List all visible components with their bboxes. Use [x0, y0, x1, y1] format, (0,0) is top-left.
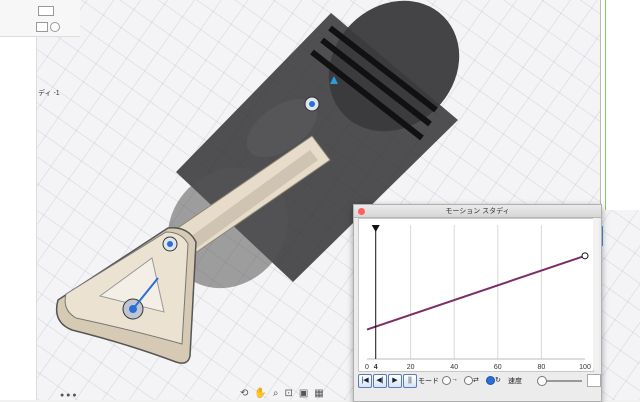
x-tick-label: 60 — [494, 364, 502, 371]
series-line — [366, 254, 586, 331]
mode-bounce-radio[interactable] — [464, 376, 473, 385]
mode-once-radio[interactable] — [442, 376, 451, 385]
loop-icon: ↻ — [495, 377, 501, 384]
window-titlebar[interactable]: モーション スタディ — [354, 205, 601, 218]
step-back-button[interactable]: ◀| — [373, 374, 387, 388]
motion-chart[interactable]: 0 4 20 40 60 80 100 — [359, 219, 593, 371]
radio-icon[interactable] — [50, 22, 60, 32]
motion-study-window[interactable]: モーション スタディ 0 4 20 40 60 80 100 |◀ ◀| ▶ || モード … — [353, 204, 602, 402]
mode-loop-radio[interactable] — [486, 376, 495, 385]
x-tick-label: 0 — [365, 364, 369, 371]
motion-controls: |◀ ◀| ▶ || モード → ⇄ ↻ 速度 — [354, 371, 601, 401]
right-panel — [600, 0, 640, 210]
play-button[interactable]: ▶ — [388, 374, 402, 388]
x-tick-label: 100 — [579, 364, 591, 371]
mode-label: モード — [418, 378, 439, 385]
left-panel — [0, 0, 37, 400]
navigation-toolbar: ⟲ ✋ ⌕ ⊡ ▣ ▦ — [240, 386, 324, 400]
window-title: モーション スタディ — [445, 208, 510, 215]
x-tick-label: 80 — [538, 364, 546, 371]
x-tick-label: 20 — [407, 364, 415, 371]
browser-item-label: ディ -1 — [38, 90, 60, 97]
grid-axis-line — [605, 0, 606, 210]
collapse-button[interactable] — [38, 6, 54, 16]
visibility-toggle[interactable] — [36, 22, 48, 32]
speed-label: 速度 — [508, 378, 522, 385]
status-dots: ● ● ● — [60, 392, 77, 399]
bounce-arrow-icon: ⇄ — [473, 377, 479, 384]
motion-plot[interactable]: 0 4 20 40 60 80 100 — [358, 218, 594, 372]
pause-button[interactable]: || — [403, 374, 417, 388]
playhead-marker — [371, 225, 380, 232]
fit-icon[interactable]: ⊡ — [284, 388, 292, 399]
pan-icon[interactable]: ✋ — [254, 388, 266, 399]
go-to-start-button[interactable]: |◀ — [358, 374, 372, 388]
display-settings-icon[interactable]: ▣ — [299, 388, 308, 399]
orbit-icon[interactable]: ⟲ — [240, 388, 248, 399]
once-arrow-icon: → — [451, 376, 458, 383]
speed-field[interactable] — [587, 374, 601, 387]
speed-slider-thumb[interactable] — [537, 376, 547, 386]
grid-icon[interactable]: ▦ — [314, 388, 323, 399]
scrollbar[interactable] — [593, 218, 599, 370]
zoom-icon[interactable]: ⌕ — [273, 388, 279, 399]
browser-header — [0, 0, 80, 37]
series-end-point — [581, 252, 589, 260]
x-tick-label: 40 — [450, 364, 458, 371]
x-tick-label: 4 — [374, 364, 378, 371]
